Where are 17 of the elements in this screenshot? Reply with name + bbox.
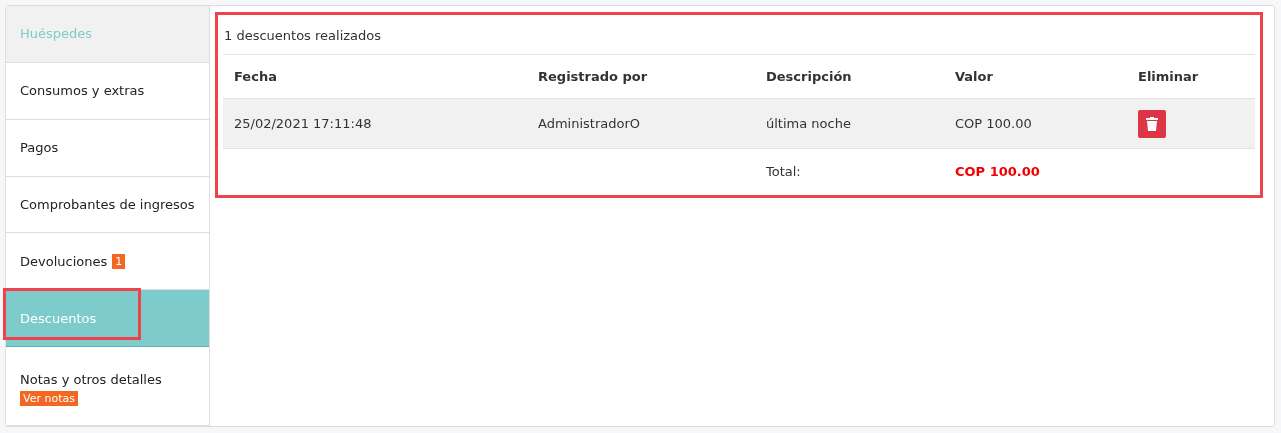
total-value: COP 100.00	[954, 163, 1041, 181]
sidebar-item-label: Consumos y extras	[20, 83, 145, 99]
summary-text: 1 descuentos realizados	[223, 22, 1255, 55]
table-cell: última noche	[755, 99, 944, 149]
sidebar-item-label: Devoluciones	[20, 253, 108, 269]
table-cell: AdministradorO	[527, 99, 755, 149]
sidebar-item-label: Notas y otros detalles	[20, 371, 162, 387]
sidebar-item-label: Descuentos	[20, 310, 97, 326]
trash-icon	[1146, 116, 1158, 131]
count-badge: 1	[112, 253, 126, 269]
sidebar-item-label: Pagos	[20, 140, 59, 156]
total-label: Total:	[765, 163, 802, 181]
table-cell: 25/02/2021 17:11:48	[223, 99, 527, 149]
sidebar-item-label: Comprobantes de ingresos	[20, 197, 195, 212]
sidebar-item-label: Huéspedes	[20, 26, 93, 42]
delete-button[interactable]	[1138, 109, 1166, 138]
table-cell: COP 100.00	[944, 99, 1127, 149]
